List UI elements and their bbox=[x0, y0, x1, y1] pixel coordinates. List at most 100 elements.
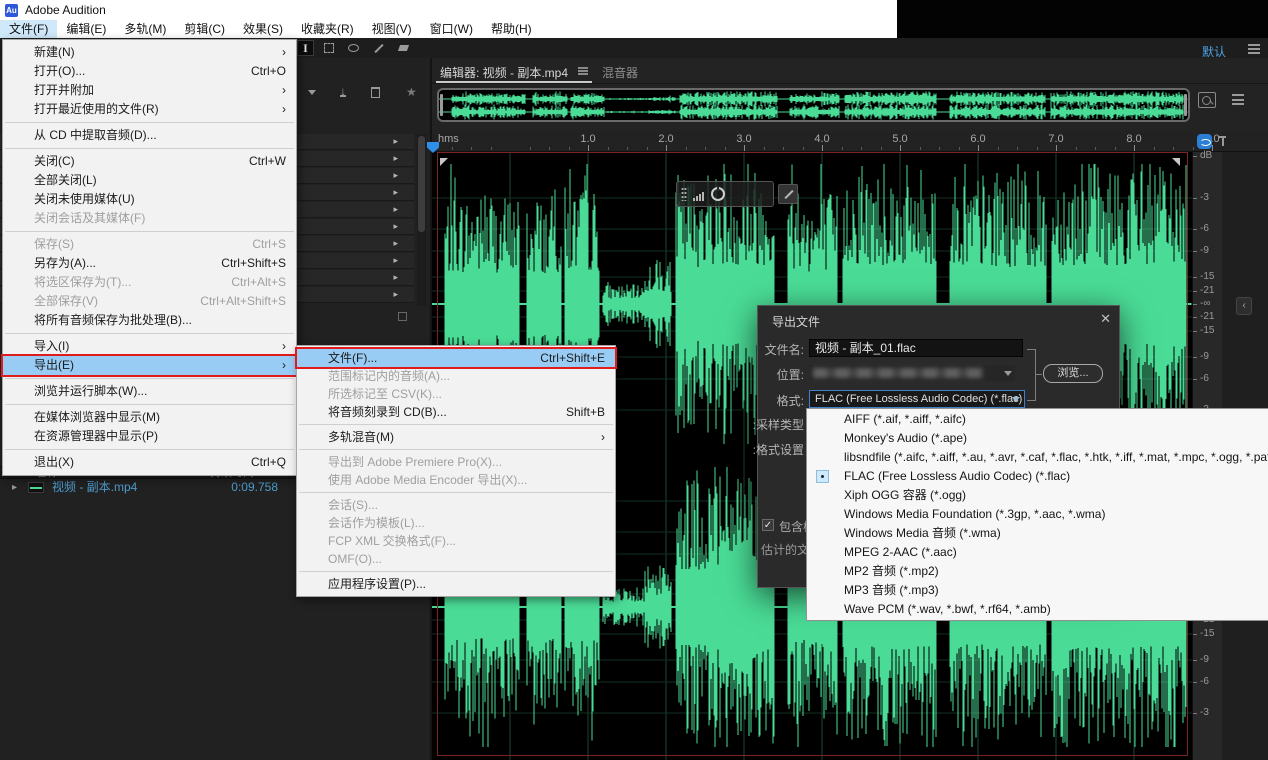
file-menu-item-23[interactable]: 在媒体浏览器中显示(M) bbox=[3, 408, 296, 427]
slot-arrow-icon[interactable]: ▸ bbox=[393, 153, 398, 164]
panel-collapse-button[interactable]: ‹ bbox=[1236, 297, 1252, 315]
marquee-selection-tool[interactable] bbox=[320, 40, 337, 56]
export-submenu-item-8[interactable]: 使用 Adobe Media Encoder 导出(X)... bbox=[297, 471, 615, 489]
download-icon[interactable]: ↓ bbox=[340, 84, 346, 98]
workspace-menu-icon[interactable] bbox=[1248, 44, 1260, 54]
spot-healing-tool[interactable] bbox=[395, 40, 412, 56]
export-submenu-item-10[interactable]: 会话(S)... bbox=[297, 496, 615, 514]
format-combo[interactable]: FLAC (Free Lossless Audio Codec) (*.flac… bbox=[809, 390, 1025, 408]
file-menu-item-15[interactable]: 全部保存(V) Ctrl+Alt+Shift+S bbox=[3, 292, 296, 311]
slot-arrow-icon[interactable]: ▸ bbox=[393, 272, 398, 283]
auto-scroll-icon[interactable] bbox=[1197, 134, 1212, 149]
expand-arrow-icon[interactable]: ▸ bbox=[12, 479, 17, 496]
file-menu-item-5[interactable]: 从 CD 中提取音频(D)... bbox=[3, 126, 296, 145]
export-submenu-item-1[interactable]: 范围标记内的音频(A)... bbox=[297, 367, 615, 385]
lasso-selection-tool[interactable] bbox=[345, 40, 362, 56]
menubar-item-3[interactable]: 多轨(M) bbox=[115, 20, 175, 38]
format-option-10[interactable]: Wave PCM (*.wav, *.bwf, *.rf64, *.amb) bbox=[807, 600, 1268, 619]
file-menu-item-9[interactable]: 关闭未使用媒体(U) bbox=[3, 190, 296, 209]
slot-arrow-icon[interactable]: ▸ bbox=[393, 238, 398, 249]
format-option-8[interactable]: MP2 音频 (*.mp2) bbox=[807, 562, 1268, 581]
scrollbar-thumb[interactable] bbox=[418, 136, 425, 232]
file-menu-item-1[interactable]: 打开(O)... Ctrl+O bbox=[3, 62, 296, 81]
format-option-7[interactable]: MPEG 2-AAC (*.aac) bbox=[807, 543, 1268, 562]
format-option-6[interactable]: Windows Media 音频 (*.wma) bbox=[807, 524, 1268, 543]
tab-editor[interactable]: 编辑器: 视频 - 副本.mp4 bbox=[440, 64, 568, 81]
file-menu-item-3[interactable]: 打开最近使用的文件(R) › bbox=[3, 100, 296, 119]
slot-arrow-icon[interactable]: ▸ bbox=[393, 136, 398, 147]
file-menu-item-0[interactable]: 新建(N) › bbox=[3, 43, 296, 62]
menubar-item-8[interactable]: 窗口(W) bbox=[421, 20, 482, 38]
file-menu-item-24[interactable]: 在资源管理器中显示(P) bbox=[3, 427, 296, 446]
slot-arrow-icon[interactable]: ▸ bbox=[393, 289, 398, 300]
slot-arrow-icon[interactable]: ▸ bbox=[393, 187, 398, 198]
favorites-star-icon[interactable]: ★ bbox=[406, 85, 417, 99]
media-combo-caret-icon[interactable] bbox=[308, 90, 316, 95]
file-menu-item-16[interactable]: 将所有音频保存为批处理(B)... bbox=[3, 311, 296, 330]
file-menu-item-7[interactable]: 关闭(C) Ctrl+W bbox=[3, 152, 296, 171]
paintbrush-tool[interactable] bbox=[370, 40, 387, 56]
format-option-1[interactable]: Monkey's Audio (*.ape) bbox=[807, 429, 1268, 448]
file-menu-item-26[interactable]: 退出(X) Ctrl+Q bbox=[3, 453, 296, 472]
time-selection-tool[interactable]: I bbox=[297, 40, 314, 56]
file-menu-item-19[interactable]: 导出(E) › bbox=[1, 354, 298, 377]
format-option-5[interactable]: Windows Media Foundation (*.3gp, *.aac, … bbox=[807, 505, 1268, 524]
menubar-item-9[interactable]: 帮助(H) bbox=[482, 20, 541, 38]
dialog-close-button[interactable]: ✕ bbox=[1100, 311, 1111, 327]
menubar-item-1[interactable]: 文件(F) bbox=[0, 20, 58, 38]
file-menu-item-12[interactable]: 保存(S) Ctrl+S bbox=[3, 235, 296, 254]
pin-icon[interactable] bbox=[1219, 136, 1226, 146]
export-submenu-item-0[interactable]: 文件(F)... Ctrl+Shift+E bbox=[295, 347, 617, 369]
export-submenu-item-7[interactable]: 导出到 Adobe Premiere Pro(X)... bbox=[297, 453, 615, 471]
zoom-preset-icon[interactable] bbox=[1198, 92, 1216, 108]
file-menu-item-10[interactable]: 关闭会话及其媒体(F) bbox=[3, 209, 296, 228]
export-submenu-item-12[interactable]: FCP XML 交换格式(F)... bbox=[297, 532, 615, 550]
menubar-item-4[interactable]: 剪辑(C) bbox=[175, 20, 234, 38]
menubar-item-5[interactable]: 效果(S) bbox=[234, 20, 292, 38]
export-submenu-item-13[interactable]: OMF(O)... bbox=[297, 550, 615, 568]
format-option-4[interactable]: Xiph OGG 容器 (*.ogg) bbox=[807, 486, 1268, 505]
file-menu-item-8[interactable]: 全部关闭(L) bbox=[3, 171, 296, 190]
menubar-item-7[interactable]: 视图(V) bbox=[363, 20, 421, 38]
file-menu-item-13[interactable]: 另存为(A)... Ctrl+Shift+S bbox=[3, 254, 296, 273]
panel-menu-icon[interactable] bbox=[578, 67, 588, 75]
menubar-item-2[interactable]: 编辑(E) bbox=[57, 20, 115, 38]
clip-corner-handle-left[interactable] bbox=[440, 158, 448, 166]
file-menu-item-2[interactable]: 打开并附加 › bbox=[3, 81, 296, 100]
format-option-0[interactable]: AIFF (*.aif, *.aiff, *.aifc) bbox=[807, 410, 1268, 429]
format-option-9[interactable]: MP3 音频 (*.mp3) bbox=[807, 581, 1268, 600]
slots-scrollbar[interactable] bbox=[417, 134, 426, 306]
filename-input[interactable]: 视频 - 副本_01.flac bbox=[809, 339, 1023, 357]
browse-button[interactable]: 浏览... bbox=[1043, 364, 1103, 383]
overview-list-icon[interactable] bbox=[1232, 94, 1244, 105]
hud-edit-button[interactable] bbox=[778, 184, 798, 204]
format-option-2[interactable]: libsndfile (*.aifc, *.aiff, *.au, *.avr,… bbox=[807, 448, 1268, 467]
export-submenu-item-15[interactable]: 应用程序设置(P)... bbox=[297, 575, 615, 593]
tab-mixer[interactable]: 混音器 bbox=[602, 64, 638, 81]
timeline-ruler[interactable]: hms 1.02.03.04.05.06.07.08.09.0 bbox=[432, 132, 1268, 152]
export-submenu-item-5[interactable]: 多轨混音(M) › bbox=[297, 428, 615, 446]
format-option-3[interactable]: FLAC (Free Lossless Audio Codec) (*.flac… bbox=[807, 467, 1268, 486]
file-menu-item-14[interactable]: 将选区保存为(T)... Ctrl+Alt+S bbox=[3, 273, 296, 292]
slot-arrow-icon[interactable]: ▸ bbox=[393, 255, 398, 266]
volume-hud[interactable] bbox=[676, 181, 774, 207]
export-submenu-item-11[interactable]: 会话作为模板(L)... bbox=[297, 514, 615, 532]
location-caret-icon[interactable] bbox=[1004, 371, 1012, 376]
file-name[interactable]: 视频 - 副本.mp4 bbox=[52, 479, 137, 496]
overview-navigator[interactable] bbox=[437, 88, 1190, 122]
slot-arrow-icon[interactable]: ▸ bbox=[393, 221, 398, 232]
overview-right-handle[interactable] bbox=[1184, 94, 1187, 116]
file-menu-item-18[interactable]: 导入(I) › bbox=[3, 337, 296, 356]
volume-knob[interactable] bbox=[711, 186, 725, 201]
file-menu-item-21[interactable]: 浏览并运行脚本(W)... bbox=[3, 382, 296, 401]
export-submenu-item-2[interactable]: 所选标记至 CSV(K)... bbox=[297, 385, 615, 403]
hud-grip-icon[interactable] bbox=[681, 187, 687, 201]
location-combo[interactable] bbox=[809, 365, 1015, 381]
menubar-item-6[interactable]: 收藏夹(R) bbox=[292, 20, 363, 38]
export-submenu-item-3[interactable]: 将音频刻录到 CD(B)... Shift+B bbox=[297, 403, 615, 421]
slot-arrow-icon[interactable]: ▸ bbox=[393, 170, 398, 181]
trash-icon[interactable] bbox=[371, 87, 380, 98]
include-markers-checkbox[interactable]: ✓ bbox=[762, 519, 774, 531]
small-box-icon[interactable] bbox=[398, 312, 407, 321]
slot-arrow-icon[interactable]: ▸ bbox=[393, 204, 398, 215]
